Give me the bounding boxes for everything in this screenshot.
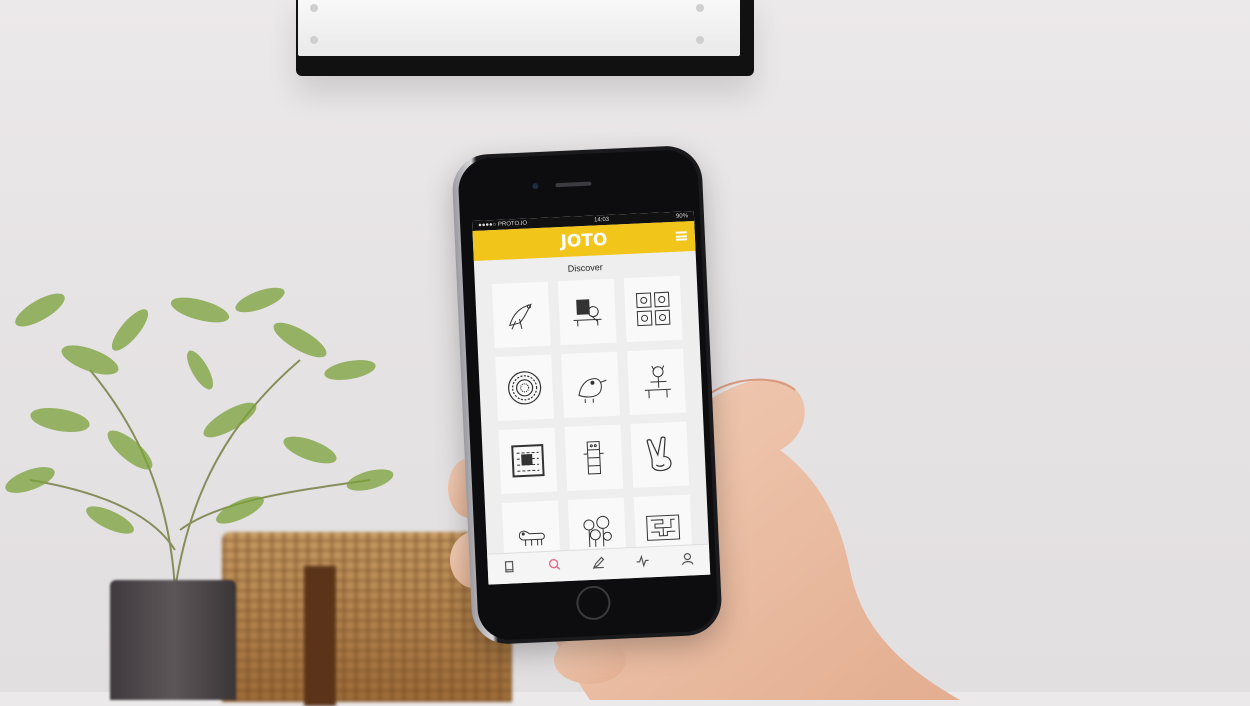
app-logo: JOTO xyxy=(560,229,608,253)
app-screen: ●●●●○ PROTO.IO 14:03 90% JOTO Discover xyxy=(471,210,711,585)
phone-face: ●●●●○ PROTO.IO 14:03 90% JOTO Discover xyxy=(457,148,719,642)
artwork-tile[interactable] xyxy=(627,348,686,416)
search-icon xyxy=(548,558,560,570)
home-button[interactable] xyxy=(575,585,612,621)
screw xyxy=(696,4,704,12)
dog-drawing-icon xyxy=(518,530,545,546)
artwork-tile[interactable] xyxy=(557,278,617,346)
activity-icon xyxy=(636,554,649,568)
artwork-tile[interactable] xyxy=(491,281,551,349)
screw xyxy=(696,36,704,44)
tab-search[interactable] xyxy=(547,557,562,577)
tab-draw[interactable] xyxy=(591,555,606,575)
screw xyxy=(310,36,318,44)
totem-drawing-icon xyxy=(583,440,604,475)
framed-scene-drawing-icon xyxy=(511,444,545,478)
hamburger-menu-icon[interactable] xyxy=(675,231,688,241)
artwork-grid xyxy=(475,275,710,568)
artwork-tile[interactable] xyxy=(495,354,555,422)
artwork-tile[interactable] xyxy=(630,421,690,488)
library-icon xyxy=(505,560,514,572)
artwork-tile[interactable] xyxy=(623,275,683,343)
comic-panels-drawing-icon xyxy=(635,291,671,327)
flowers-drawing-icon xyxy=(583,515,612,548)
wall-plotter-device xyxy=(296,0,754,76)
maze-drawing-icon xyxy=(646,514,681,541)
battery-label: 90% xyxy=(675,213,689,220)
screw xyxy=(310,4,318,12)
leather-strap xyxy=(304,566,336,706)
seated-figure-drawing-icon xyxy=(644,365,671,399)
profile-icon xyxy=(681,552,694,565)
tab-activity[interactable] xyxy=(636,553,651,573)
plant-pot xyxy=(110,580,236,700)
artwork-tile[interactable] xyxy=(561,351,620,419)
plotter-front-plate xyxy=(298,0,740,56)
peace-hand-drawing-icon xyxy=(646,436,672,472)
bird-drawing-icon xyxy=(509,303,532,330)
smartphone: ●●●●○ PROTO.IO 14:03 90% JOTO Discover xyxy=(451,144,723,646)
artwork-tile[interactable] xyxy=(564,424,624,491)
tab-profile[interactable] xyxy=(680,551,695,571)
front-camera xyxy=(532,182,539,190)
earpiece-speaker xyxy=(555,181,592,188)
artwork-tile[interactable] xyxy=(498,427,558,494)
desk-scene-drawing-icon xyxy=(573,299,602,327)
mandala-drawing-icon xyxy=(508,371,542,405)
bird-figure-drawing-icon xyxy=(578,378,607,404)
page-title: Discover xyxy=(567,262,603,274)
pen-icon xyxy=(592,556,605,569)
tab-library[interactable] xyxy=(503,559,518,579)
